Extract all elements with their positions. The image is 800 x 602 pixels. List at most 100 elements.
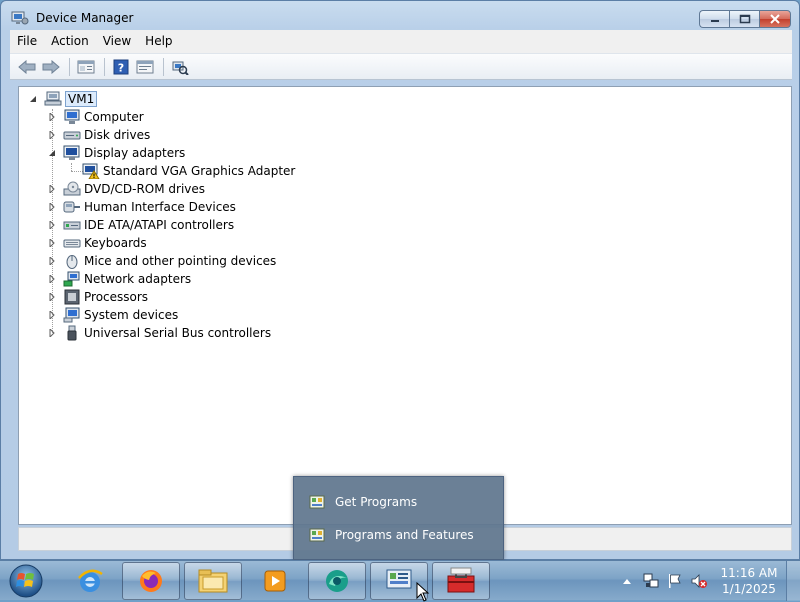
expand-arrow-icon[interactable] <box>47 292 57 302</box>
tree-node-label[interactable]: System devices <box>84 308 178 322</box>
tree-node-hid[interactable]: Human Interface Devices <box>47 198 236 216</box>
show-hidden-icons-icon[interactable] <box>618 572 636 590</box>
expand-arrow-icon[interactable] <box>47 202 57 212</box>
mouse-icon <box>63 253 81 269</box>
keyboard-icon <box>63 235 81 251</box>
dvd-drive-icon <box>63 181 81 197</box>
forward-button[interactable] <box>40 56 62 78</box>
minimize-button[interactable] <box>699 10 729 28</box>
tree-node-label[interactable]: Human Interface Devices <box>84 200 236 214</box>
expand-arrow-icon[interactable] <box>47 310 57 320</box>
expand-arrow-icon[interactable] <box>47 112 57 122</box>
tree-node-label[interactable]: Keyboards <box>84 236 147 250</box>
tree-node-dvd-drives[interactable]: DVD/CD-ROM drives <box>47 180 205 198</box>
display-adapter-warning-icon <box>82 163 100 179</box>
tree-node-label[interactable]: Standard VGA Graphics Adapter <box>103 164 295 178</box>
maximize-icon <box>739 14 750 24</box>
console-tree-button[interactable] <box>134 56 156 78</box>
disk-drive-icon <box>63 127 81 143</box>
scan-hardware-button[interactable] <box>169 56 191 78</box>
hid-icon <box>63 199 81 215</box>
show-desktop-button[interactable] <box>786 561 800 601</box>
usb-icon <box>63 325 81 341</box>
taskbar-toolbox[interactable] <box>432 562 490 600</box>
jumplist-item-get-programs[interactable]: Get Programs <box>308 491 417 513</box>
tree-node-computer[interactable]: Computer <box>47 108 144 126</box>
tree-node-processors[interactable]: Processors <box>47 288 148 306</box>
control-panel-jump-list: Get Programs Programs and Features <box>293 476 504 560</box>
mouse-pointer-icon <box>416 582 430 602</box>
tree-node-label[interactable]: Network adapters <box>84 272 191 286</box>
tree-node-label[interactable]: Processors <box>84 290 148 304</box>
taskbar-clock[interactable]: 11:16 AM 1/1/2025 <box>713 565 785 597</box>
close-button[interactable] <box>759 10 791 28</box>
taskbar-media-player[interactable] <box>246 562 304 600</box>
tree-node-usb[interactable]: Universal Serial Bus controllers <box>47 324 271 342</box>
tree-node-system-devices[interactable]: System devices <box>47 306 178 324</box>
tree-node-label[interactable]: DVD/CD-ROM drives <box>84 182 205 196</box>
menu-help[interactable]: Help <box>138 30 179 53</box>
maximize-button[interactable] <box>729 10 759 28</box>
back-button[interactable] <box>16 56 38 78</box>
volume-muted-icon[interactable] <box>690 572 708 590</box>
tree-node-display-adapters[interactable]: Display adapters <box>47 144 185 162</box>
network-tray-icon[interactable] <box>642 572 660 590</box>
device-manager-icon <box>11 10 29 26</box>
tree-root[interactable]: VM1 <box>28 90 98 108</box>
collapse-arrow-icon[interactable] <box>47 148 57 158</box>
start-button[interactable] <box>6 562 46 600</box>
title-bar[interactable]: Device Manager <box>1 1 799 31</box>
taskbar-file-explorer[interactable] <box>184 562 242 600</box>
tree-node-disk-drives[interactable]: Disk drives <box>47 126 150 144</box>
tree-node-mice[interactable]: Mice and other pointing devices <box>47 252 276 270</box>
help-button[interactable]: ? <box>110 56 132 78</box>
system-tray <box>618 571 714 591</box>
taskbar-browser[interactable] <box>308 562 366 600</box>
expand-arrow-icon[interactable] <box>47 184 57 194</box>
menu-bar: File Action View Help <box>10 30 792 53</box>
tree-node-keyboards[interactable]: Keyboards <box>47 234 147 252</box>
action-center-flag-icon[interactable] <box>666 572 684 590</box>
expand-arrow-icon[interactable] <box>47 238 57 248</box>
computer-root-icon <box>44 91 62 107</box>
tree-node-standard-vga[interactable]: Standard VGA Graphics Adapter <box>82 162 295 180</box>
expand-arrow-icon[interactable] <box>47 130 57 140</box>
tree-node-label[interactable]: Mice and other pointing devices <box>84 254 276 268</box>
taskbar-internet-explorer[interactable] <box>61 562 119 600</box>
device-tree[interactable]: VM1 Computer Disk drives Display adapter… <box>18 86 792 525</box>
menu-file[interactable]: File <box>10 30 44 53</box>
programs-and-features-icon <box>309 528 325 542</box>
toolbar-separator <box>104 57 105 76</box>
collapse-arrow-icon[interactable] <box>28 94 38 104</box>
expand-arrow-icon[interactable] <box>47 220 57 230</box>
jumplist-item-label: Programs and Features <box>335 528 474 542</box>
console-tree-icon <box>136 60 154 73</box>
browser-icon <box>326 570 348 592</box>
window-title: Device Manager <box>36 11 134 25</box>
properties-button[interactable] <box>75 56 97 78</box>
expand-arrow-icon[interactable] <box>47 274 57 284</box>
forward-arrow-icon <box>42 59 60 74</box>
clock-date: 1/1/2025 <box>722 582 776 596</box>
menu-view[interactable]: View <box>96 30 138 53</box>
tree-connector <box>71 163 72 171</box>
taskbar-firefox[interactable] <box>122 562 180 600</box>
internet-explorer-icon <box>78 569 103 592</box>
expand-arrow-icon[interactable] <box>47 328 57 338</box>
get-programs-icon <box>309 495 325 509</box>
processor-icon <box>63 289 81 305</box>
menu-action[interactable]: Action <box>44 30 96 53</box>
tree-node-label[interactable]: Universal Serial Bus controllers <box>84 326 271 340</box>
jumplist-item-label: Get Programs <box>335 495 418 509</box>
tree-node-network-adapters[interactable]: Network adapters <box>47 270 191 288</box>
tree-root-label[interactable]: VM1 <box>65 91 98 107</box>
tree-node-label[interactable]: IDE ATA/ATAPI controllers <box>84 218 234 232</box>
jumplist-item-programs-and-features[interactable]: Programs and Features <box>308 524 474 546</box>
tree-node-label[interactable]: Computer <box>84 110 144 124</box>
expand-arrow-icon[interactable] <box>47 256 57 266</box>
tree-node-ide-controllers[interactable]: IDE ATA/ATAPI controllers <box>47 216 234 234</box>
tree-node-label[interactable]: Display adapters <box>84 146 185 160</box>
tree-node-label[interactable]: Disk drives <box>84 128 150 142</box>
window-controls <box>699 10 791 28</box>
media-player-icon <box>264 570 286 592</box>
